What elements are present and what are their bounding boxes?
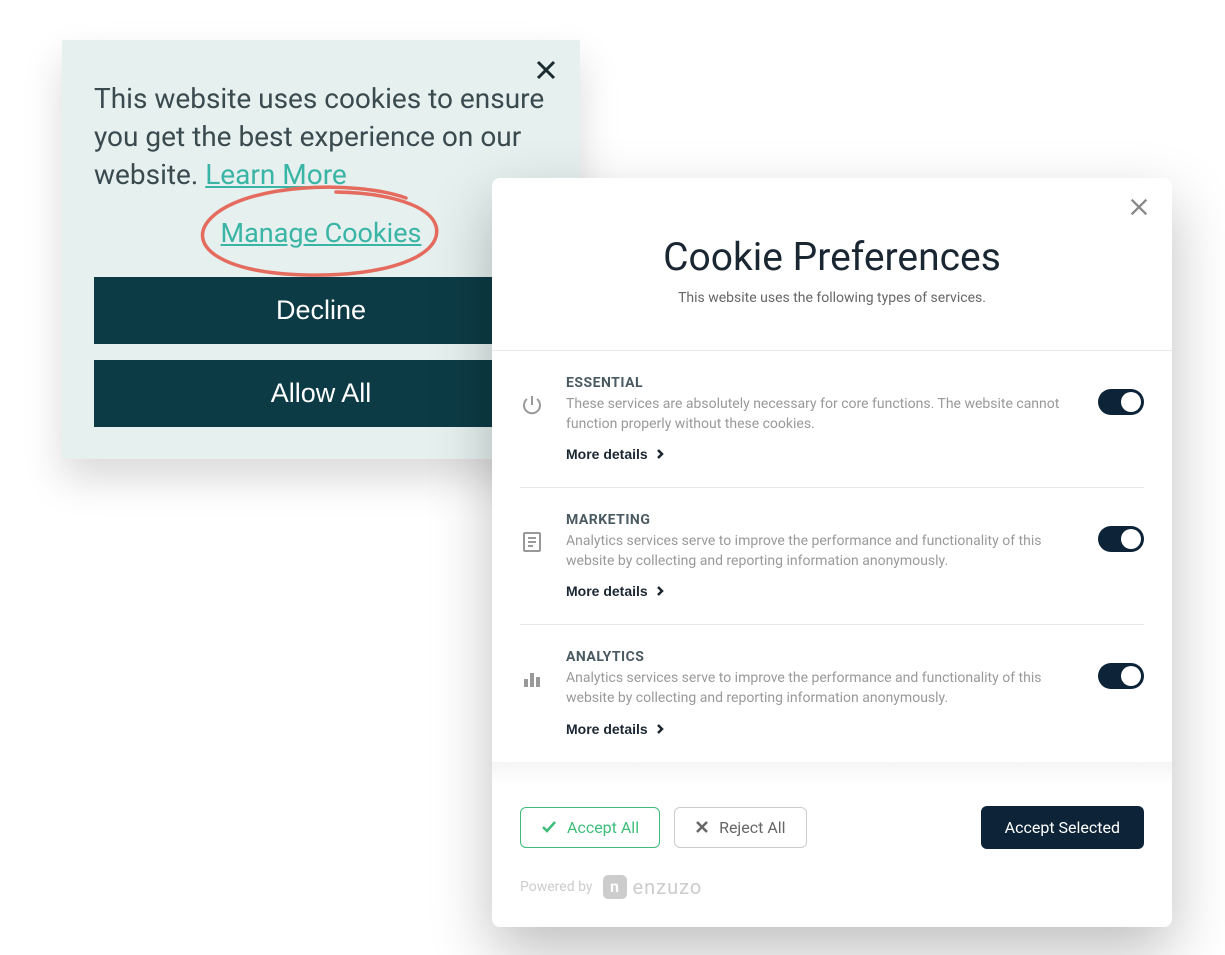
brand-logo[interactable]: n enzuzo (603, 875, 703, 899)
modal-subtitle: This website uses the following types of… (522, 290, 1142, 306)
category-title: MARKETING (566, 512, 1078, 528)
modal-footer: Accept All Reject All Accept Selected (492, 786, 1172, 869)
chevron-right-icon (656, 448, 664, 460)
toggle-essential[interactable] (1098, 389, 1144, 415)
close-icon (1128, 196, 1150, 218)
brand-name: enzuzo (633, 875, 703, 899)
document-icon (520, 530, 546, 558)
learn-more-link[interactable]: Learn More (205, 158, 347, 191)
category-list: ESSENTIAL These services are absolutely … (492, 350, 1172, 762)
decline-button[interactable]: Decline (94, 277, 548, 344)
bar-chart-icon (520, 667, 546, 695)
chevron-right-icon (656, 585, 664, 597)
reject-all-button[interactable]: Reject All (674, 807, 806, 848)
brand-logo-icon: n (603, 875, 627, 899)
cookie-preferences-modal: Cookie Preferences This website uses the… (492, 178, 1172, 927)
powered-by: Powered by n enzuzo (492, 869, 1172, 927)
manage-cookies-link[interactable]: Manage Cookies (221, 217, 422, 249)
category-title: ESSENTIAL (566, 375, 1078, 391)
more-details-button[interactable]: More details (566, 446, 664, 462)
category-essential: ESSENTIAL These services are absolutely … (520, 351, 1144, 488)
category-description: These services are absolutely necessary … (566, 395, 1078, 434)
power-icon (520, 393, 546, 421)
chevron-right-icon (656, 723, 664, 735)
category-marketing: MARKETING Analytics services serve to im… (520, 488, 1144, 625)
allow-all-button[interactable]: Allow All (94, 360, 548, 427)
toggle-marketing[interactable] (1098, 526, 1144, 552)
toggle-analytics[interactable] (1098, 663, 1144, 689)
more-details-button[interactable]: More details (566, 721, 664, 737)
list-shadow (492, 762, 1172, 786)
check-icon (541, 820, 557, 834)
more-details-button[interactable]: More details (566, 583, 664, 599)
category-description: Analytics services serve to improve the … (566, 669, 1078, 708)
accept-selected-button[interactable]: Accept Selected (981, 806, 1144, 849)
category-title: ANALYTICS (566, 649, 1078, 665)
close-icon (534, 58, 558, 82)
category-description: Analytics services serve to improve the … (566, 532, 1078, 571)
close-icon (695, 820, 709, 834)
category-analytics: ANALYTICS Analytics services serve to im… (520, 625, 1144, 761)
modal-title: Cookie Preferences (522, 234, 1142, 280)
modal-close-button[interactable] (1128, 196, 1150, 221)
banner-message: This website uses cookies to ensure you … (94, 80, 548, 193)
accept-all-button[interactable]: Accept All (520, 807, 660, 848)
banner-close-button[interactable] (534, 58, 558, 85)
